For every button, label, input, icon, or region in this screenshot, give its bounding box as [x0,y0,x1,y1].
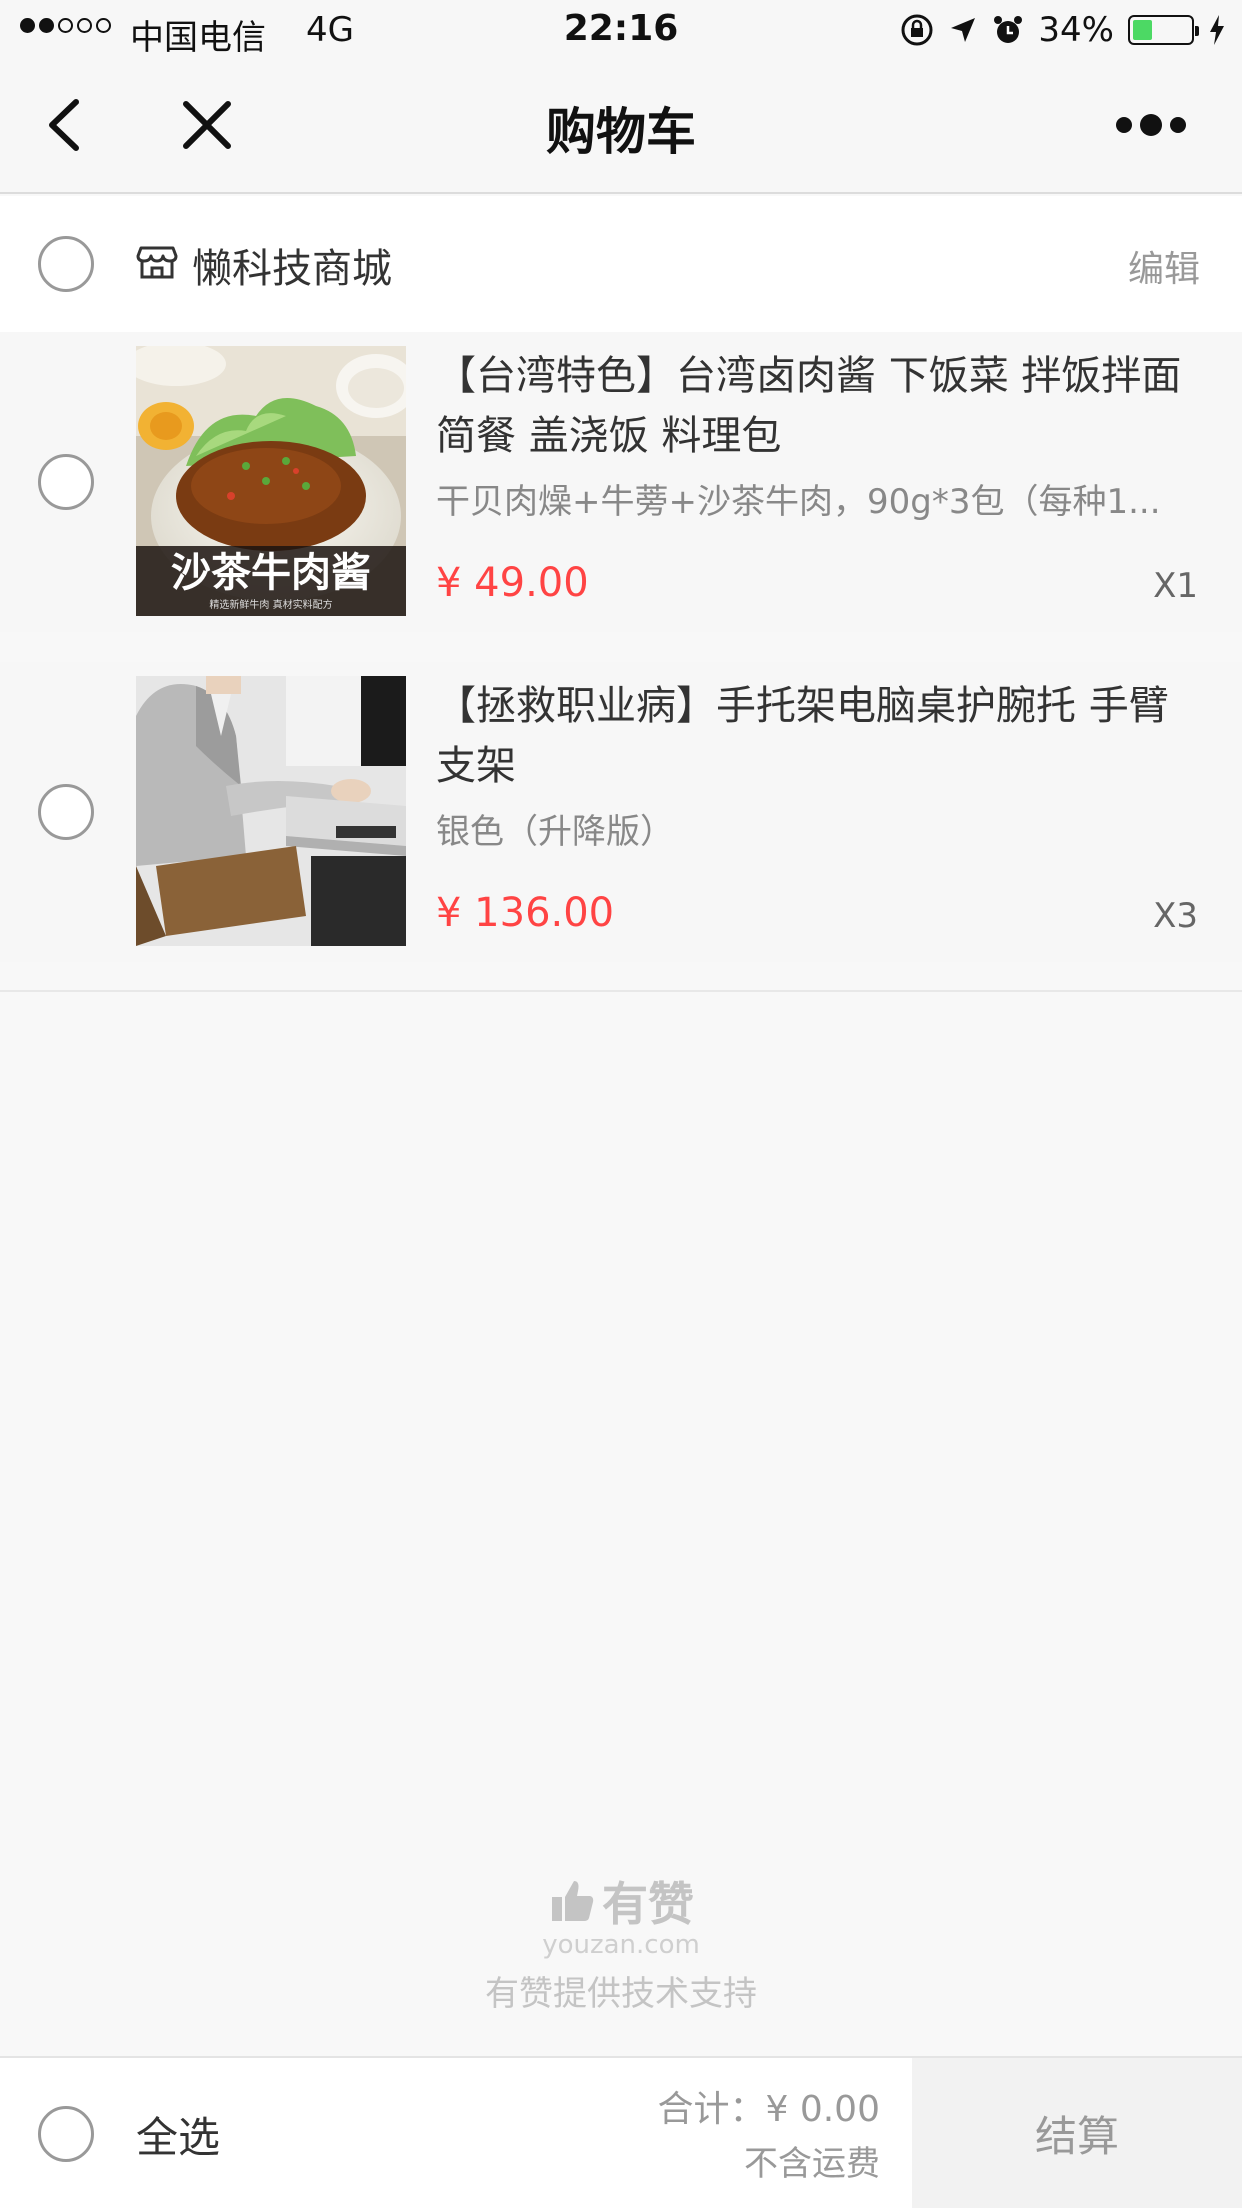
thumbs-up-icon [552,1881,594,1921]
youzan-logo: 有赞 [548,1868,694,1934]
select-all-checkbox[interactable] [38,2106,94,2162]
shop-header: 懒科技商城 编辑 [0,196,1242,332]
cart-item: 沙茶牛肉酱 精选新鲜牛肉 真材实料配方 【台湾特色】台湾卤肉酱 下饭菜 拌饭拌面… [0,332,1242,632]
page-title: 购物车 [546,103,696,161]
shop-name[interactable]: 懒科技商城 [192,236,392,294]
brand-domain: youzan.com [542,1930,700,1960]
item-title[interactable]: 【台湾特色】台湾卤肉酱 下饭菜 拌饭拌面 简餐 盖浇饭 料理包 [436,346,1206,466]
checkout-bar: 全选 合计：¥ 0.00 不含运费 结算 [0,2056,1242,2208]
store-icon [136,246,178,279]
select-all-label[interactable]: 全选 [136,2104,220,2165]
location-icon [951,18,976,42]
total-amount: 合计：¥ 0.00 [657,2089,880,2130]
product-image-arm-rest[interactable] [136,676,406,946]
product-image-subtext: 精选新鲜牛肉 真材实料配方 [209,598,332,611]
item-sku: 银色（升降版） [436,812,674,852]
alarm-icon [994,16,1023,43]
status-bar: 中国电信 4G 22:16 34% [0,0,1242,62]
brand-name: 有赞 [602,1877,694,1931]
list-divider [0,990,1242,992]
battery-icon [1128,15,1199,45]
item-sku: 干贝肉燥+牛蒡+沙茶牛肉，90g*3包（每种1... [436,482,1161,522]
item-quantity: X1 [1153,566,1198,606]
battery-percent: 34% [1038,10,1114,50]
product-image-text: 沙茶牛肉酱 [171,549,371,596]
navigation-bar: 购物车 [0,62,1242,194]
item-quantity: X3 [1153,896,1198,936]
item-select-checkbox[interactable] [38,784,94,840]
more-icon[interactable] [1116,114,1186,136]
checkout-button[interactable]: 结算 [912,2058,1242,2208]
orientation-lock-icon [901,14,933,46]
brand-support-text: 有赞提供技术支持 [485,1974,757,2014]
item-select-checkbox[interactable] [38,454,94,510]
powered-by-branding: 有赞 youzan.com 有赞提供技术支持 [0,1868,1242,2015]
shipping-note: 不含运费 [744,2144,880,2184]
charging-icon [1210,15,1224,45]
status-indicators: 34% [900,10,1226,50]
product-image-braised-pork-sauce[interactable]: 沙茶牛肉酱 精选新鲜牛肉 真材实料配方 [136,346,406,616]
item-title[interactable]: 【拯救职业病】手托架电脑桌护腕托 手臂支架 [436,676,1206,796]
item-price: ¥ 136.00 [436,890,615,936]
shop-select-checkbox[interactable] [38,236,94,292]
cart-item: 【拯救职业病】手托架电脑桌护腕托 手臂支架 银色（升降版） ¥ 136.00 X… [0,662,1242,962]
edit-button[interactable]: 编辑 [1128,240,1200,292]
item-price: ¥ 49.00 [436,560,589,606]
